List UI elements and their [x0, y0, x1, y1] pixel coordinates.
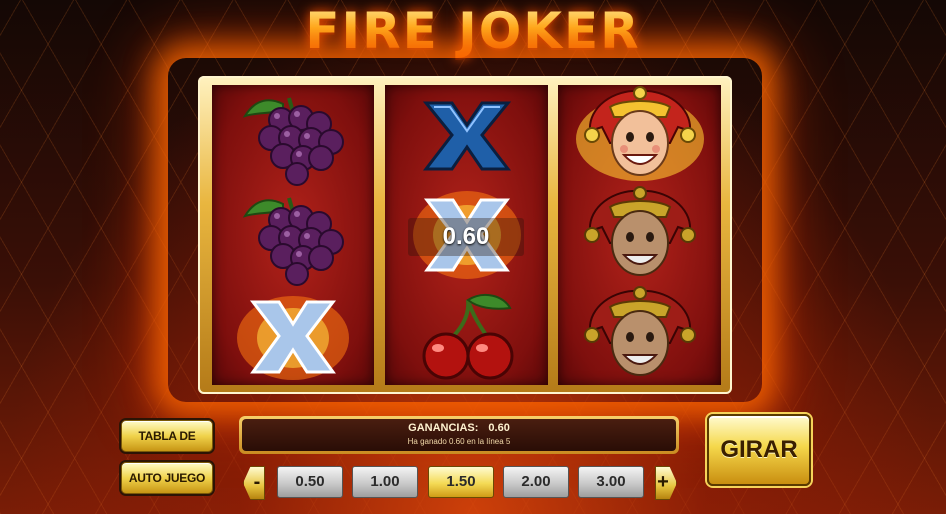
- winnings-panel: GANANCIAS: 0.60 Ha ganado 0.60 en la líne…: [239, 416, 679, 454]
- bet-option[interactable]: 3.00: [578, 466, 644, 498]
- joker-icon: [558, 285, 721, 385]
- bet-option[interactable]: 0.50: [277, 466, 343, 498]
- bet-option[interactable]: 1.00: [352, 466, 418, 498]
- cherries-icon: [385, 285, 548, 385]
- joker-icon: [558, 185, 721, 285]
- reel-1: [212, 85, 374, 385]
- winnings-label: GANANCIAS:: [408, 422, 479, 434]
- game-title: FIRE JOKER: [0, 2, 946, 60]
- paytable-button[interactable]: TABLA DE PAGOS: [121, 420, 213, 473]
- spin-button[interactable]: GIRAR: [707, 414, 811, 486]
- line-win-amount: 0.60: [408, 218, 524, 256]
- grapes-icon: [212, 85, 374, 186]
- reel-3: [558, 85, 721, 385]
- grapes-icon: [212, 185, 374, 286]
- autoplay-button[interactable]: AUTO JUEGO: [121, 462, 213, 494]
- win-message: Ha ganado 0.60 en la línea 5: [407, 437, 511, 446]
- bet-decrease-button[interactable]: -: [243, 466, 265, 500]
- x-icon: [212, 285, 374, 385]
- winnings-value: 0.60: [488, 422, 510, 434]
- bet-option-selected[interactable]: 1.50: [428, 466, 494, 498]
- bet-option[interactable]: 2.00: [503, 466, 569, 498]
- x-icon: [385, 85, 548, 185]
- bet-increase-button[interactable]: +: [655, 466, 677, 500]
- joker-icon: [558, 85, 721, 185]
